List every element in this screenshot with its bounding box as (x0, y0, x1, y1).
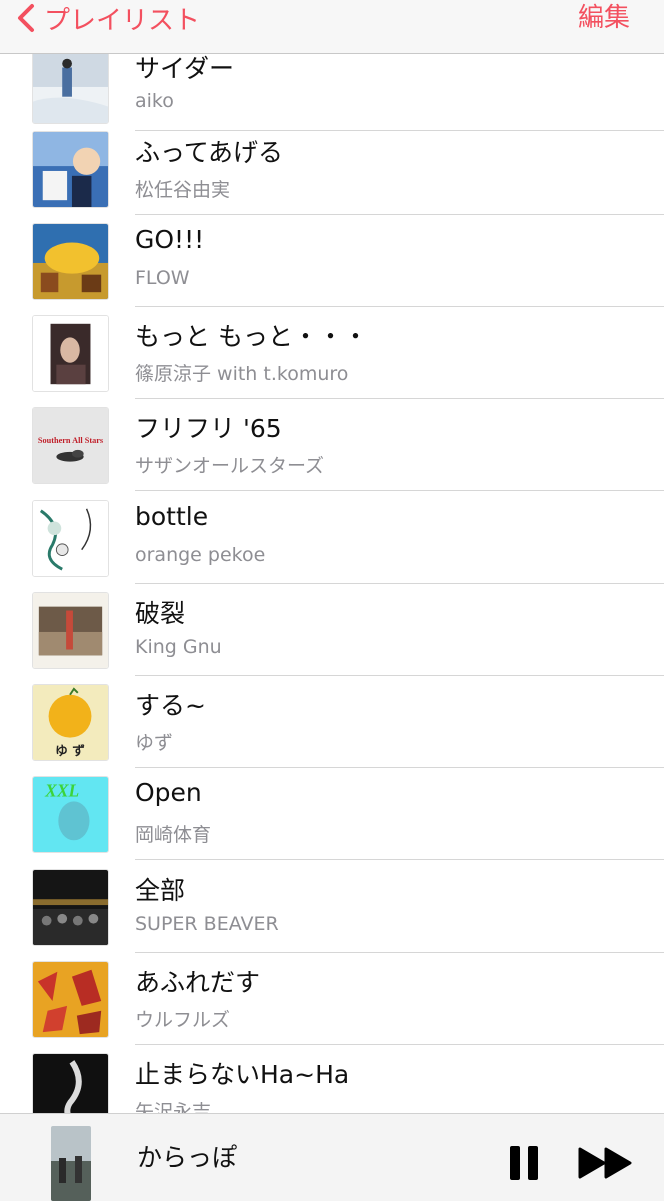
song-artist: ゆず (135, 732, 174, 754)
album-art (32, 47, 109, 124)
song-artist: SUPER BEAVER (135, 913, 279, 935)
edit-button[interactable]: 編集 (578, 0, 630, 36)
album-art-text: ゆ ず (55, 743, 85, 758)
song-artist: 篠原涼子 with t.komuro (135, 363, 349, 385)
song-list: サイダー aiko ふってあげる 松任谷由実 GO!!! FLOW もっと もっ… (0, 0, 664, 1113)
album-art: ゆ ず (32, 684, 109, 761)
album-art (32, 315, 109, 392)
song-row[interactable]: XXL Open 岡崎体育 (0, 768, 664, 860)
song-row[interactable]: GO!!! FLOW (0, 215, 664, 307)
album-art (32, 869, 109, 946)
now-playing-title: からっぽ (137, 1143, 238, 1172)
song-artist: 松任谷由実 (135, 179, 231, 201)
divider (135, 490, 664, 491)
song-title: ふってあげる (135, 138, 284, 167)
album-art (32, 1053, 109, 1113)
album-art: Southern All Stars (32, 407, 109, 484)
song-title: サイダー (135, 54, 235, 83)
song-title: 全部 (135, 876, 186, 905)
album-art (32, 592, 109, 669)
song-row[interactable]: 止まらないHa~Ha 矢沢永吉 (0, 1045, 664, 1113)
song-row[interactable]: もっと もっと・・・ 篠原涼子 with t.komuro (0, 307, 664, 399)
song-row[interactable]: 破裂 King Gnu (0, 584, 664, 676)
album-art: XXL (32, 776, 109, 853)
album-art (32, 500, 109, 577)
fast-forward-icon[interactable] (578, 1146, 634, 1180)
back-button[interactable]: プレイリスト (14, 0, 200, 36)
song-title: あふれだす (135, 968, 261, 997)
album-art (32, 131, 109, 208)
song-title: もっと もっと・・・ (135, 322, 368, 351)
song-artist: ウルフルズ (135, 1009, 231, 1031)
song-row[interactable]: ゆ ず する~ ゆず (0, 676, 664, 768)
back-button-label: プレイリスト (44, 5, 201, 36)
song-title: GO!!! (135, 225, 205, 254)
pause-icon[interactable] (506, 1144, 542, 1182)
song-artist: FLOW (135, 267, 190, 289)
album-art-text: Southern All Stars (38, 436, 104, 445)
song-row[interactable]: ふってあげる 松任谷由実 (0, 123, 664, 215)
album-art (32, 223, 109, 300)
song-title: bottle (135, 502, 209, 531)
song-artist: orange pekoe (135, 544, 266, 566)
divider (135, 859, 664, 860)
song-row[interactable]: Southern All Stars フリフリ '65 サザンオールスターズ (0, 399, 664, 491)
song-title: 破裂 (135, 599, 186, 628)
song-row[interactable]: 全部 SUPER BEAVER (0, 861, 664, 953)
album-art (32, 961, 109, 1038)
song-title: する~ (135, 691, 206, 720)
song-title: フリフリ '65 (135, 414, 282, 443)
song-artist: 矢沢永吉 (135, 1101, 212, 1113)
navigation-bar: プレイリスト 編集 (0, 0, 664, 54)
song-row[interactable]: あふれだす ウルフルズ (0, 953, 664, 1045)
chevron-left-icon (18, 4, 34, 32)
song-artist: 岡崎体育 (135, 824, 212, 846)
album-art-text: XXL (44, 780, 79, 800)
mini-player[interactable]: からっぽ (0, 1113, 664, 1201)
song-row[interactable]: bottle orange pekoe (0, 492, 664, 584)
song-artist: King Gnu (135, 636, 222, 658)
song-title: Open (135, 778, 202, 807)
song-title: 止まらないHa~Ha (135, 1060, 350, 1089)
song-artist: aiko (135, 90, 174, 112)
now-playing-art (51, 1126, 91, 1201)
song-artist: サザンオールスターズ (135, 455, 325, 477)
